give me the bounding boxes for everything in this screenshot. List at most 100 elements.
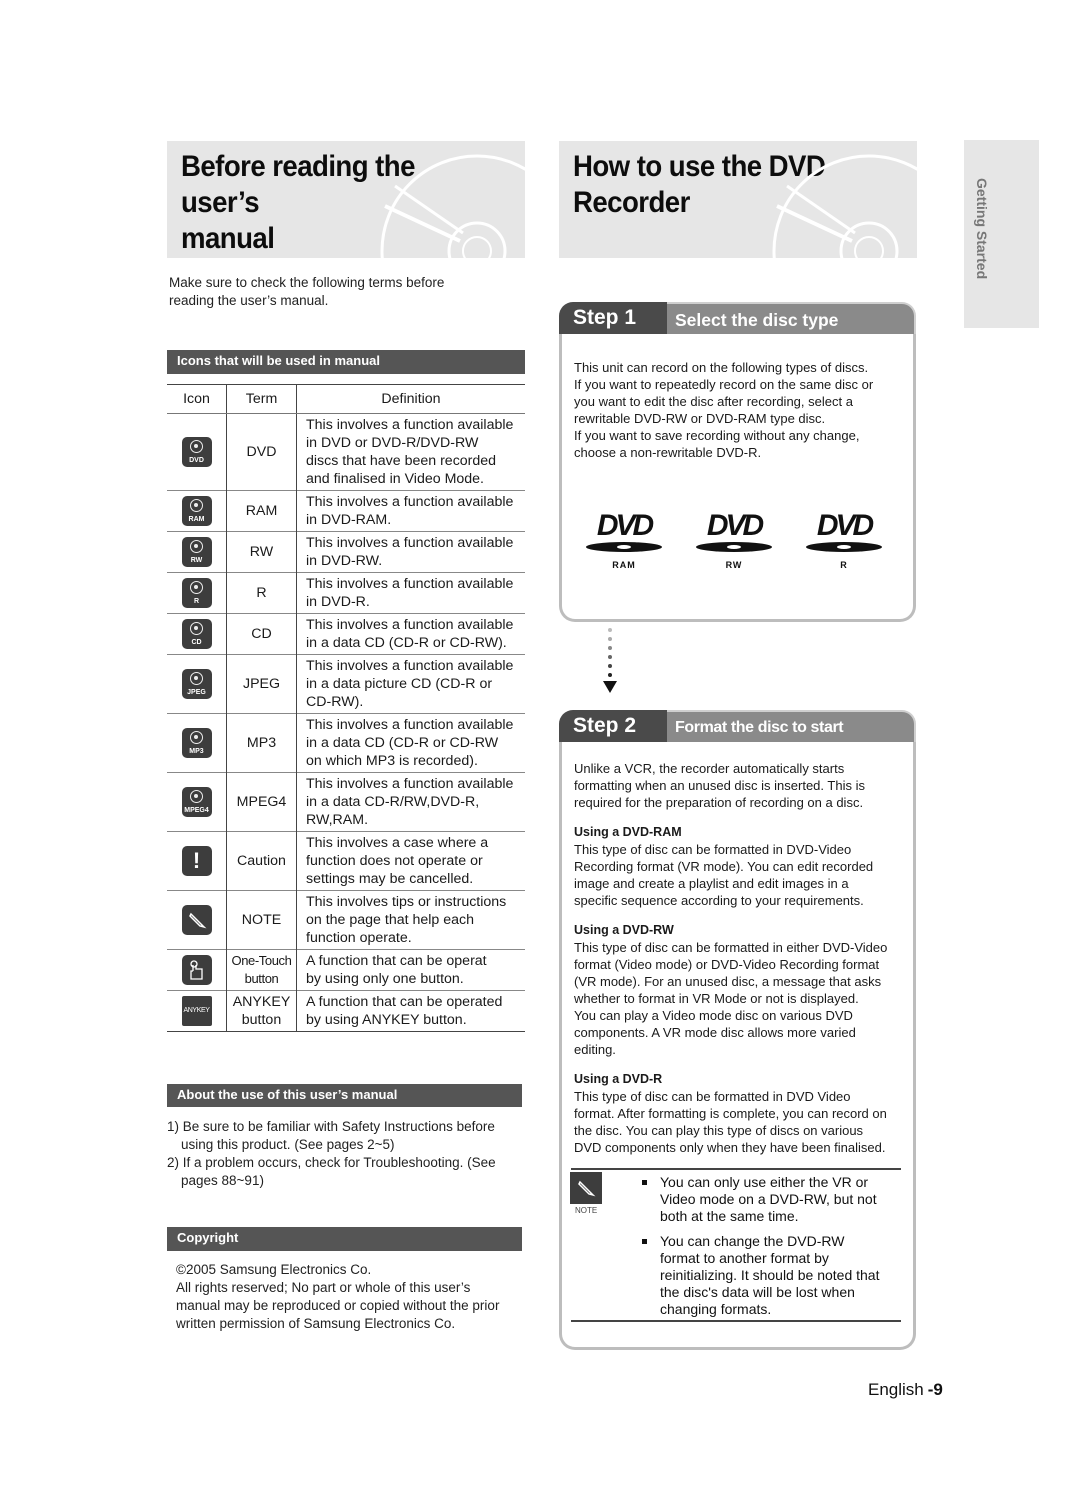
definition-line: function operate. <box>306 930 412 946</box>
definition-line: A function that can be operat <box>306 953 487 969</box>
definition-line: This involves a function available <box>306 494 514 510</box>
icons-table: Icon Term Definition DVD DVD This involves… <box>167 384 525 1032</box>
body-line: rewritable DVD-RW or DVD-RAM type disc. <box>574 411 826 426</box>
left-intro-text: Make sure to check the following terms b… <box>169 275 445 308</box>
icon-cell: RAM <box>167 490 227 532</box>
intro-line: required for the preparation of recordin… <box>574 795 864 810</box>
left-title-banner: Before reading the user’s manual <box>167 141 525 258</box>
definition-line: on the page that help each <box>306 912 475 928</box>
definition-cell: This involves a function available in DVD… <box>296 413 525 491</box>
table-row: RAM RAM This involves a function available… <box>167 490 525 532</box>
intro-line: formatting when an unused disc is insert… <box>574 778 865 793</box>
section-line: format. After formatting is complete, yo… <box>574 1106 887 1121</box>
term-cell: JPEG <box>226 654 297 714</box>
term-cell: CD <box>226 613 297 655</box>
definition-line: in DVD or DVD-R/DVD-RW <box>306 435 479 451</box>
definition-line: function does not operate or <box>306 853 483 869</box>
definition-line: A function that can be operated <box>306 994 503 1010</box>
page-number: -9 <box>927 1380 943 1399</box>
dotted-arrow-icon <box>603 628 617 693</box>
list-item: 1) Be sure to be familiar with Safety In… <box>167 1119 495 1152</box>
body-line: This unit can record on the following ty… <box>574 360 869 375</box>
disc-watermark-icon <box>380 154 525 258</box>
table-row: One-Touch button A function that can be o… <box>167 949 525 991</box>
section-line: editing. <box>574 1042 616 1057</box>
note-item: You can change the DVD-RW format to anoth… <box>638 1233 903 1318</box>
definition-line: in a data CD (CD-R or CD-RW <box>306 735 499 751</box>
step1-panel: Select the disc type Step 1 This unit ca… <box>559 302 916 622</box>
table-row: R R This involves a function available in D… <box>167 572 525 614</box>
definition-cell: This involves a function available in a d… <box>296 654 525 714</box>
section-line: This type of disc can be formatted in ei… <box>574 940 888 955</box>
icon-cell: MP3 <box>167 713 227 773</box>
section-heading: Using a DVD-R <box>574 1072 663 1086</box>
icon-cell <box>167 890 227 950</box>
table-row: DVD DVD This involves a function available… <box>167 413 525 491</box>
definition-cell: A function that can be operat by using on… <box>296 949 525 991</box>
footer-language: English <box>868 1380 924 1399</box>
icons-section-header: Icons that will be used in manual <box>167 350 525 374</box>
side-tab-label: Getting Started <box>974 178 990 280</box>
term-cell: NOTE <box>226 890 297 950</box>
term-cell: ANYKEY button <box>226 990 297 1032</box>
definition-line: CD-RW). <box>306 694 364 710</box>
body-line: choose a non-rewritable DVD-R. <box>574 445 762 460</box>
definition-line: This involves a function available <box>306 535 514 551</box>
definition-cell: This involves tips or instructions on the… <box>296 890 525 950</box>
step2-body: Unlike a VCR, the recorder automatically… <box>574 760 909 1156</box>
definition-line: discs that have been recorded <box>306 453 497 469</box>
header-definition: Definition <box>296 384 525 414</box>
definition-line: This involves a function available <box>306 776 514 792</box>
definition-cell: This involves a function available in a d… <box>296 713 525 773</box>
definition-line: in DVD-R. <box>306 594 370 610</box>
section-heading: Using a DVD-RW <box>574 923 674 937</box>
definition-line: settings may be cancelled. <box>306 871 474 887</box>
section-line: whether to format in VR Mode or not is d… <box>574 991 859 1006</box>
term-cell: R <box>226 572 297 614</box>
header-icon: Icon <box>167 384 227 414</box>
copyright-section-header: Copyright <box>167 1227 522 1251</box>
term-cell: One-Touch button <box>226 949 297 991</box>
step2-header: Format the disc to start recording Step … <box>559 710 916 768</box>
section-line: components. A VR mode disc allows more v… <box>574 1025 856 1040</box>
icon-cell: DVD <box>167 413 227 491</box>
dvd-rw-logo: DVD RW <box>689 511 779 570</box>
disc-icon: MPEG4 <box>181 787 212 817</box>
definition-line: This involves a function available <box>306 617 514 633</box>
icon-cell: CD <box>167 613 227 655</box>
body-line: If you want to repeatedly record on the … <box>574 377 874 392</box>
definition-line: by using ANYKEY button. <box>306 1012 467 1028</box>
definition-line: in DVD-RW. <box>306 553 383 569</box>
format-section: Using a DVD-RAM This type of disc can be … <box>574 824 909 909</box>
table-row: ANYKEY ANYKEY button A function that can b… <box>167 990 525 1032</box>
icon-cell: ! <box>167 831 227 891</box>
icon-cell: RW <box>167 531 227 573</box>
section-line: You can play a Video mode disc on variou… <box>574 1008 853 1023</box>
step2-label: Step 2 <box>559 710 667 742</box>
note-list: You can only use either the VR or Video m… <box>638 1174 903 1326</box>
definition-cell: This involves a case where a function doe… <box>296 831 525 891</box>
definition-cell: This involves a function available in a d… <box>296 613 525 655</box>
disc-icon: DVD <box>181 437 212 467</box>
section-line: Recording format (VR mode). You can edit… <box>574 859 874 874</box>
page-footer: English -9 <box>868 1380 943 1400</box>
definition-line: This involves a function available <box>306 576 514 592</box>
dvd-r-logo: DVD R <box>799 511 889 570</box>
disc-icon: MP3 <box>181 728 212 758</box>
term-cell: Caution <box>226 831 297 891</box>
table-row: MPEG4 MPEG4 This involves a function avail… <box>167 772 525 832</box>
note-label: NOTE <box>575 1206 598 1215</box>
definition-line: in a data CD-R/RW,DVD-R, <box>306 794 480 810</box>
definition-line: on which MP3 is recorded). <box>306 753 478 769</box>
definition-cell: This involves a function available in DVD… <box>296 531 525 573</box>
term-cell: RAM <box>226 490 297 532</box>
section-side-tab: Getting Started <box>964 140 1039 328</box>
right-title-banner: How to use the DVD Recorder <box>559 141 917 258</box>
term-cell: MP3 <box>226 713 297 773</box>
table-row: NOTE This involves tips or instructions on… <box>167 890 525 950</box>
section-line: This type of disc can be formatted in DV… <box>574 842 852 857</box>
definition-line: RW,RAM. <box>306 812 369 828</box>
definition-line: This involves a case where a <box>306 835 489 851</box>
definition-line: by using only one button. <box>306 971 464 987</box>
section-line: (VR mode). For an unused disc, a message… <box>574 974 882 989</box>
